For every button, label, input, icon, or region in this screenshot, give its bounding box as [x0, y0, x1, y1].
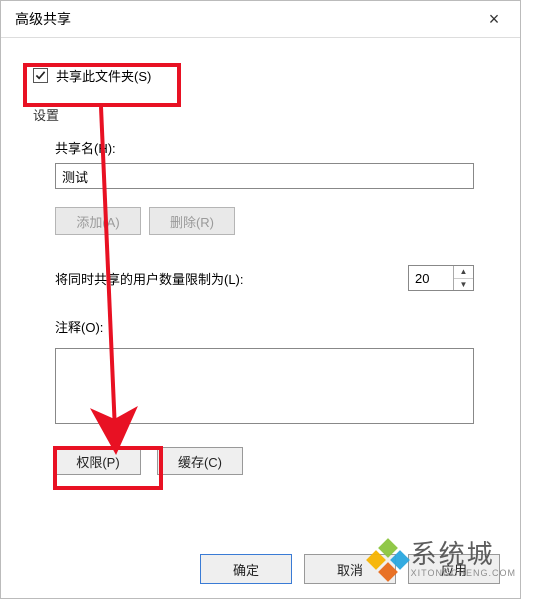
user-limit-spinner[interactable]: ▲ ▼ — [408, 265, 474, 291]
share-name-label: 共享名(H): — [55, 138, 474, 157]
comment-label: 注释(O): — [55, 317, 474, 336]
settings-group: 共享名(H): 添加(A) 删除(R) 将同时共享的用户数量限制为(L): ▲ … — [27, 128, 494, 495]
permissions-button[interactable]: 权限(P) — [55, 447, 141, 475]
close-icon[interactable]: × — [480, 9, 508, 29]
titlebar: 高级共享 × — [1, 1, 520, 38]
checkbox-checked-icon[interactable] — [33, 68, 48, 83]
dialog-title: 高级共享 — [15, 9, 71, 29]
user-limit-row: 将同时共享的用户数量限制为(L): ▲ ▼ — [55, 265, 474, 291]
dialog-footer: 确定 取消 应用 — [200, 554, 500, 584]
advanced-sharing-dialog: 高级共享 × 共享此文件夹(S) 设置 共享名(H): 添加(A) 删除(R) … — [0, 0, 521, 599]
comment-input[interactable] — [55, 348, 474, 424]
settings-group-label: 设置 — [33, 105, 498, 124]
user-limit-label: 将同时共享的用户数量限制为(L): — [55, 269, 244, 288]
spinner-down-icon[interactable]: ▼ — [454, 279, 473, 291]
apply-button[interactable]: 应用 — [408, 554, 500, 584]
share-folder-label: 共享此文件夹(S) — [56, 66, 151, 85]
spinner-up-icon[interactable]: ▲ — [454, 266, 473, 279]
spinner-arrows: ▲ ▼ — [453, 266, 473, 290]
share-name-input[interactable] — [55, 163, 474, 189]
cache-button[interactable]: 缓存(C) — [157, 447, 243, 475]
add-button: 添加(A) — [55, 207, 141, 235]
add-remove-row: 添加(A) 删除(R) — [55, 207, 474, 235]
permissions-cache-row: 权限(P) 缓存(C) — [55, 447, 474, 475]
cancel-button[interactable]: 取消 — [304, 554, 396, 584]
dialog-content: 共享此文件夹(S) 设置 共享名(H): 添加(A) 删除(R) 将同时共享的用… — [1, 38, 520, 505]
comment-section: 注释(O): — [55, 317, 474, 427]
remove-button: 删除(R) — [149, 207, 235, 235]
ok-button[interactable]: 确定 — [200, 554, 292, 584]
share-folder-checkbox-row[interactable]: 共享此文件夹(S) — [23, 56, 498, 95]
user-limit-input[interactable] — [409, 266, 453, 290]
